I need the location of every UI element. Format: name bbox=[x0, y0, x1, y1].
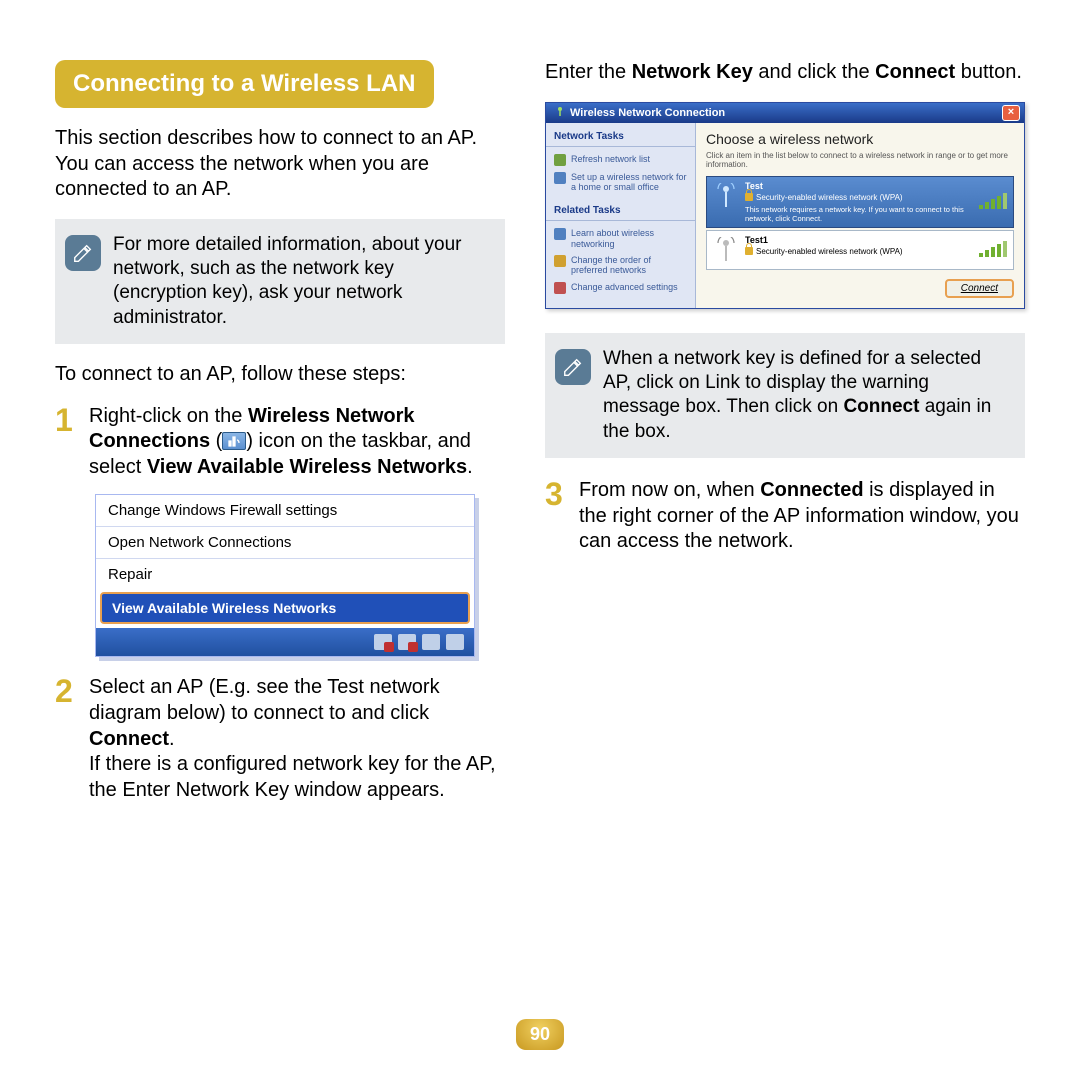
dialog-title: Wireless Network Connection bbox=[570, 107, 725, 119]
page-number: 90 bbox=[516, 1019, 564, 1050]
step-body: Right-click on the Wireless Network Conn… bbox=[89, 404, 505, 481]
sidebar-link-learn[interactable]: Learn about wireless networking bbox=[546, 225, 695, 252]
sidebar-link-refresh[interactable]: Refresh network list bbox=[546, 151, 695, 169]
tray-icon[interactable] bbox=[398, 634, 416, 650]
network-name: Test1 bbox=[745, 235, 973, 245]
signal-bars-icon bbox=[979, 193, 1007, 211]
step-1: 1 Right-click on the Wireless Network Co… bbox=[55, 404, 505, 481]
sidebar-link-order[interactable]: Change the order of preferred networks bbox=[546, 252, 695, 279]
antenna-icon bbox=[713, 235, 739, 265]
network-item-selected[interactable]: Test Security-enabled wireless network (… bbox=[706, 176, 1014, 228]
step-number: 3 bbox=[545, 478, 569, 555]
dialog-main: Choose a wireless network Click an item … bbox=[696, 123, 1024, 308]
tray-icon[interactable] bbox=[374, 634, 392, 650]
pencil-icon bbox=[65, 235, 101, 271]
signal-bars-icon bbox=[979, 241, 1007, 259]
step-2: 2 Select an AP (E.g. see the Test networ… bbox=[55, 675, 505, 803]
network-name: Test bbox=[745, 181, 973, 191]
step-number: 1 bbox=[55, 404, 79, 481]
context-menu-item-highlighted[interactable]: View Available Wireless Networks bbox=[100, 592, 470, 624]
wireless-dialog-figure: Wireless Network Connection × Network Ta… bbox=[545, 102, 1025, 309]
intro-text: This section describes how to connect to… bbox=[55, 126, 505, 203]
dialog-main-heading: Choose a wireless network bbox=[706, 131, 1014, 147]
lock-icon bbox=[745, 247, 753, 255]
step-3: 3 From now on, when Connected is display… bbox=[545, 478, 1025, 555]
dialog-main-subtext: Click an item in the list below to conne… bbox=[706, 151, 1014, 170]
step-number: 2 bbox=[55, 675, 79, 803]
dialog-sidebar: Network Tasks Refresh network list Set u… bbox=[546, 123, 696, 308]
systray-bar bbox=[96, 628, 474, 656]
step-body: Select an AP (E.g. see the Test network … bbox=[89, 675, 505, 803]
note-box-1: For more detailed information, about you… bbox=[55, 219, 505, 344]
network-item[interactable]: Test1 Security-enabled wireless network … bbox=[706, 230, 1014, 270]
sidebar-link-advanced[interactable]: Change advanced settings bbox=[546, 279, 695, 297]
sidebar-heading: Network Tasks bbox=[546, 127, 695, 147]
context-menu-item[interactable]: Change Windows Firewall settings bbox=[96, 495, 474, 526]
context-menu-item[interactable]: Open Network Connections bbox=[96, 526, 474, 558]
sidebar-link-setup[interactable]: Set up a wireless network for a home or … bbox=[546, 169, 695, 196]
context-menu-figure: Change Windows Firewall settings Open Ne… bbox=[95, 494, 475, 657]
enter-key-text: Enter the Network Key and click the Conn… bbox=[545, 60, 1025, 86]
note-text: When a network key is defined for a sele… bbox=[603, 347, 1009, 444]
connect-button[interactable]: Connect bbox=[945, 279, 1014, 298]
tray-icon[interactable] bbox=[422, 634, 440, 650]
lock-icon bbox=[745, 193, 753, 201]
note-text: For more detailed information, about you… bbox=[113, 233, 489, 330]
pencil-icon bbox=[555, 349, 591, 385]
step-body: From now on, when Connected is displayed… bbox=[579, 478, 1025, 555]
dialog-titlebar: Wireless Network Connection × bbox=[546, 103, 1024, 123]
note-box-2: When a network key is defined for a sele… bbox=[545, 333, 1025, 458]
sidebar-heading: Related Tasks bbox=[546, 201, 695, 221]
follow-text: To connect to an AP, follow these steps: bbox=[55, 362, 505, 388]
wireless-tray-icon bbox=[222, 432, 246, 450]
close-button[interactable]: × bbox=[1002, 105, 1020, 121]
left-column: Connecting to a Wireless LAN This sectio… bbox=[55, 60, 505, 815]
network-description: This network requires a network key. If … bbox=[745, 205, 973, 223]
antenna-icon bbox=[713, 181, 739, 211]
section-heading: Connecting to a Wireless LAN bbox=[55, 60, 434, 108]
antenna-icon bbox=[554, 105, 566, 120]
tray-icon[interactable] bbox=[446, 634, 464, 650]
right-column: Enter the Network Key and click the Conn… bbox=[545, 60, 1025, 815]
context-menu-item[interactable]: Repair bbox=[96, 558, 474, 590]
